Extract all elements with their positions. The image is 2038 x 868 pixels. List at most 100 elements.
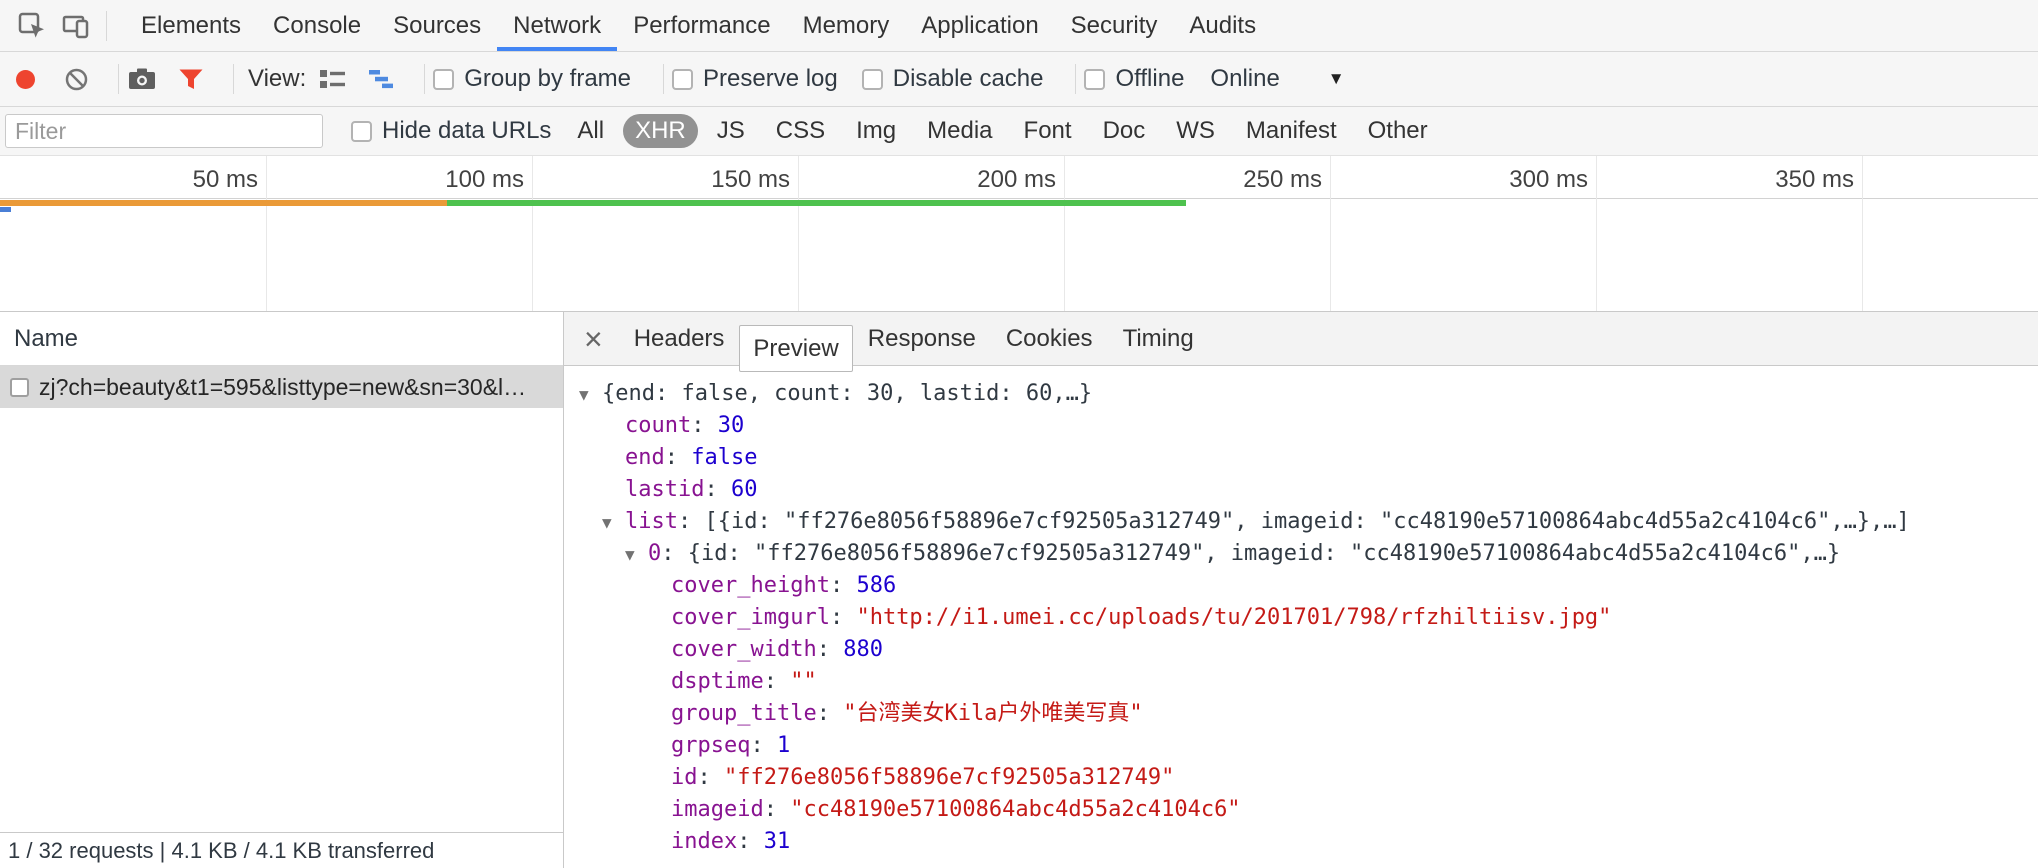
request-row[interactable]: zj?ch=beauty&t1=595&listtype=new&sn=30&l… xyxy=(0,366,563,408)
tree-line[interactable]: imageid: "cc48190e57100864abc4d55a2c4104… xyxy=(564,794,2038,826)
detail-tabs: HeadersPreviewResponseCookiesTiming xyxy=(619,312,1209,365)
close-icon[interactable]: × xyxy=(584,323,603,355)
toggle-device-toolbar-icon[interactable] xyxy=(54,4,98,48)
toolbar-divider xyxy=(106,11,107,41)
json-token-plain: : xyxy=(661,541,688,566)
tree-line[interactable]: cover_imgurl: "http://i1.umei.cc/uploads… xyxy=(564,602,2038,634)
filter-input[interactable] xyxy=(5,114,323,148)
request-checkbox[interactable] xyxy=(10,378,29,397)
view-list-icon[interactable] xyxy=(318,67,347,91)
inspect-element-icon[interactable] xyxy=(10,4,54,48)
status-bar: 1 / 32 requests | 4.1 KB / 4.1 KB transf… xyxy=(0,832,563,868)
timeline-gridline xyxy=(1064,156,1065,311)
throttling-select[interactable]: Online xyxy=(1210,65,1279,93)
toolbar-divider xyxy=(424,64,425,94)
tab-elements[interactable]: Elements xyxy=(125,0,257,51)
tab-application[interactable]: Application xyxy=(905,0,1054,51)
detail-tab-preview[interactable]: Preview xyxy=(739,325,852,372)
tree-line[interactable]: count: 30 xyxy=(564,410,2038,442)
filter-type-all[interactable]: All xyxy=(565,114,616,148)
filter-type-other[interactable]: Other xyxy=(1356,114,1440,148)
checkbox-box[interactable] xyxy=(433,69,454,90)
detail-tab-response[interactable]: Response xyxy=(853,312,991,366)
filter-type-js[interactable]: JS xyxy=(705,114,757,148)
request-list-panel: Name zj?ch=beauty&t1=595&listtype=new&sn… xyxy=(0,312,564,868)
timeline-tick-label: 150 ms xyxy=(640,166,790,194)
tree-line[interactable]: ▼{end: false, count: 30, lastid: 60,…} xyxy=(564,378,2038,410)
json-token-key: cover_imgurl xyxy=(671,605,830,630)
tab-security[interactable]: Security xyxy=(1055,0,1174,51)
json-token-key: lastid xyxy=(625,477,704,502)
json-token-string: "" xyxy=(790,669,817,694)
timeline-overview[interactable]: 50 ms100 ms150 ms200 ms250 ms300 ms350 m… xyxy=(0,156,2038,312)
capture-screenshots-icon[interactable] xyxy=(127,66,157,92)
filter-type-media[interactable]: Media xyxy=(915,114,1004,148)
throttling-dropdown-arrow-icon[interactable]: ▼ xyxy=(1328,69,1345,89)
name-column-header[interactable]: Name xyxy=(0,312,563,366)
hide-data-urls-checkbox[interactable]: Hide data URLs xyxy=(351,117,551,145)
tab-console[interactable]: Console xyxy=(257,0,377,51)
filter-type-xhr[interactable]: XHR xyxy=(623,114,698,148)
json-token-number: 880 xyxy=(843,637,883,662)
tree-line[interactable]: id: "ff276e8056f58896e7cf92505a312749" xyxy=(564,762,2038,794)
tab-audits[interactable]: Audits xyxy=(1173,0,1272,51)
clear-icon[interactable] xyxy=(63,66,90,93)
timeline-gridline xyxy=(266,156,267,311)
filter-type-img[interactable]: Img xyxy=(844,114,908,148)
record-button[interactable] xyxy=(16,70,35,89)
network-toolbar: View: Group by frame Preserve log xyxy=(0,52,2038,107)
disclosure-triangle-icon[interactable]: ▼ xyxy=(625,539,648,570)
json-token-plain: {end: false, count: 30, lastid: 60,…} xyxy=(602,381,1092,406)
tree-line[interactable]: cover_height: 586 xyxy=(564,570,2038,602)
detail-tabbar: × HeadersPreviewResponseCookiesTiming xyxy=(564,312,2038,366)
tree-line[interactable]: group_title: "台湾美女Kila户外唯美写真" xyxy=(564,698,2038,730)
filter-funnel-icon[interactable] xyxy=(177,66,205,92)
preserve-log-checkbox[interactable]: Preserve log xyxy=(672,65,838,93)
request-list: zj?ch=beauty&t1=595&listtype=new&sn=30&l… xyxy=(0,366,563,408)
tree-line[interactable]: grpseq: 1 xyxy=(564,730,2038,762)
disable-cache-checkbox[interactable]: Disable cache xyxy=(862,65,1044,93)
filter-type-manifest[interactable]: Manifest xyxy=(1234,114,1349,148)
json-token-plain: : xyxy=(764,669,791,694)
filter-type-doc[interactable]: Doc xyxy=(1091,114,1158,148)
offline-checkbox[interactable]: Offline xyxy=(1084,65,1184,93)
view-label: View: xyxy=(248,65,306,93)
request-name: zj?ch=beauty&t1=595&listtype=new&sn=30&l… xyxy=(39,374,526,401)
tree-line[interactable]: cover_width: 880 xyxy=(564,634,2038,666)
tree-line[interactable]: lastid: 60 xyxy=(564,474,2038,506)
group-by-frame-checkbox[interactable]: Group by frame xyxy=(433,65,631,93)
tree-line[interactable]: index: 31 xyxy=(564,826,2038,858)
json-token-key: index xyxy=(671,829,737,854)
filter-bar: Hide data URLs AllXHRJSCSSImgMediaFontDo… xyxy=(0,107,2038,156)
json-token-plain: : xyxy=(691,413,718,438)
tab-memory[interactable]: Memory xyxy=(787,0,906,51)
toolbar-divider xyxy=(233,64,234,94)
filter-type-font[interactable]: Font xyxy=(1012,114,1084,148)
filter-type-ws[interactable]: WS xyxy=(1164,114,1227,148)
checkbox-box[interactable] xyxy=(672,69,693,90)
tree-line[interactable]: ▼0: {id: "ff276e8056f58896e7cf92505a3127… xyxy=(564,538,2038,570)
json-token-plain: : xyxy=(764,797,791,822)
detail-tab-cookies[interactable]: Cookies xyxy=(991,312,1108,366)
detail-tab-headers[interactable]: Headers xyxy=(619,312,740,366)
detail-tab-timing[interactable]: Timing xyxy=(1108,312,1209,366)
tab-performance[interactable]: Performance xyxy=(617,0,786,51)
disclosure-triangle-icon[interactable]: ▼ xyxy=(602,507,625,538)
checkbox-box[interactable] xyxy=(1084,69,1105,90)
filter-type-list: AllXHRJSCSSImgMediaFontDocWSManifestOthe… xyxy=(565,114,1446,148)
overview-bar-orange xyxy=(0,200,447,206)
timeline-gridline xyxy=(1330,156,1331,311)
tree-line[interactable]: ▼list: [{id: "ff276e8056f58896e7cf92505a… xyxy=(564,506,2038,538)
checkbox-box[interactable] xyxy=(862,69,883,90)
checkbox-box[interactable] xyxy=(351,121,372,142)
tree-line[interactable]: dsptime: "" xyxy=(564,666,2038,698)
json-token-key: group_title xyxy=(671,701,817,726)
filter-type-css[interactable]: CSS xyxy=(764,114,837,148)
toolbar-divider xyxy=(663,64,664,94)
disclosure-triangle-icon[interactable]: ▼ xyxy=(579,379,602,410)
tree-line[interactable]: end: false xyxy=(564,442,2038,474)
tab-network[interactable]: Network xyxy=(497,0,617,51)
view-waterfall-icon[interactable] xyxy=(367,67,396,91)
tab-sources[interactable]: Sources xyxy=(377,0,497,51)
json-token-string: "ff276e8056f58896e7cf92505a312749" xyxy=(724,765,1174,790)
